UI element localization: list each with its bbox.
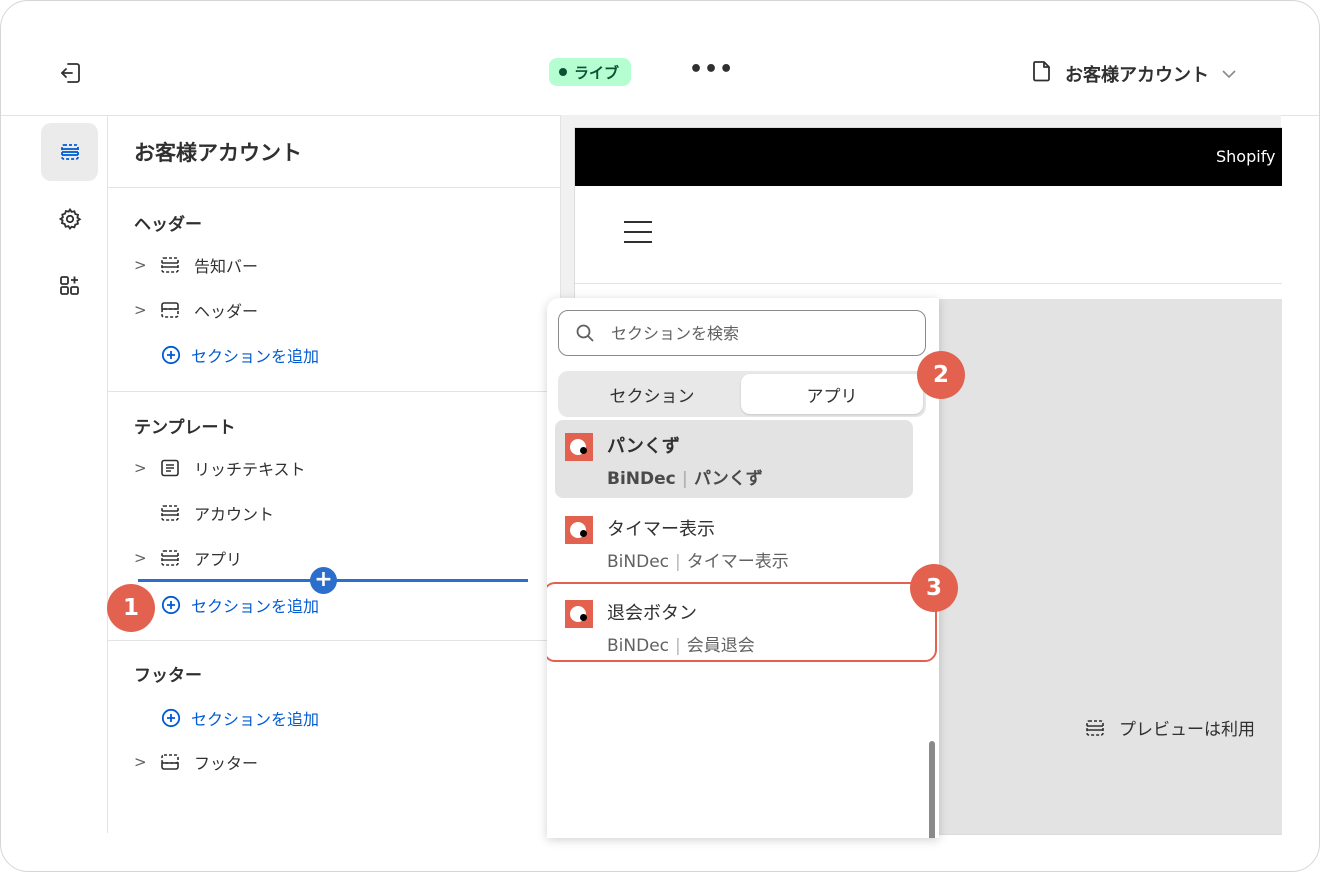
top-bar: ライブ ••• お客様アカウント bbox=[1, 1, 1319, 116]
step-marker-2: 2 bbox=[917, 351, 965, 399]
divider bbox=[108, 391, 560, 392]
add-section-label: セクションを追加 bbox=[191, 597, 320, 616]
header-section-icon bbox=[160, 301, 182, 319]
rich-text-icon bbox=[160, 459, 182, 477]
popover-tabs: セクション アプリ bbox=[558, 371, 926, 417]
section-sidebar: お客様アカウント ヘッダー > 告知バー > ヘッダー セクションを追加 テンプ… bbox=[108, 115, 561, 833]
sidebar-item-label: リッチテキスト bbox=[194, 460, 306, 479]
app-block-timer[interactable]: タイマー表示 BiNDec | タイマー表示 bbox=[555, 503, 913, 581]
app-vendor: BiNDec bbox=[607, 636, 669, 656]
search-icon bbox=[575, 323, 595, 343]
add-section-label: セクションを追加 bbox=[191, 347, 320, 366]
gear-icon bbox=[58, 207, 81, 230]
page-selector[interactable]: お客様アカウント bbox=[1031, 59, 1237, 88]
app-block-subtitle: BiNDec | タイマー表示 bbox=[607, 547, 789, 572]
preview-unavailable-message: プレビューは利用 bbox=[1085, 715, 1255, 740]
footer-section-icon bbox=[160, 753, 182, 771]
add-apps-icon bbox=[59, 276, 79, 295]
chevron-right-icon[interactable]: > bbox=[134, 301, 152, 319]
add-section-button-template[interactable]: セクションを追加 bbox=[161, 593, 319, 617]
sidebar-item-header[interactable]: > ヘッダー bbox=[134, 295, 258, 325]
group-heading-template: テンプレート bbox=[134, 418, 236, 438]
add-circle-icon bbox=[161, 595, 181, 615]
chevron-right-icon[interactable]: > bbox=[134, 753, 152, 771]
preview-message-text: プレビューは利用 bbox=[1119, 720, 1255, 740]
chevron-right-icon[interactable]: > bbox=[134, 256, 152, 274]
search-input[interactable] bbox=[609, 322, 903, 344]
step-marker-3: 3 bbox=[910, 564, 958, 612]
insert-plus-button[interactable]: + bbox=[310, 567, 337, 594]
app-block-type: タイマー表示 bbox=[686, 552, 789, 572]
section-icon bbox=[160, 504, 182, 522]
app-vendor: BiNDec bbox=[607, 552, 669, 572]
add-section-popover: セクション アプリ パンくず BiNDec|パンくず タイマー表示 BiNDec… bbox=[547, 298, 939, 838]
chevron-down-icon bbox=[1221, 64, 1237, 83]
step-marker-1: 1 bbox=[107, 584, 155, 632]
settings-rail-button[interactable] bbox=[41, 190, 98, 248]
sidebar-item-label: アカウント bbox=[194, 505, 275, 524]
divider bbox=[108, 187, 560, 188]
separator: | bbox=[675, 552, 681, 572]
group-heading-header: ヘッダー bbox=[134, 215, 202, 235]
page-icon bbox=[1031, 59, 1053, 88]
app-block-withdraw-button[interactable]: 退会ボタン BiNDec | 会員退会 bbox=[547, 582, 937, 662]
left-rail bbox=[1, 115, 108, 833]
app-block-name: パンくず bbox=[607, 436, 680, 457]
menu-icon[interactable] bbox=[624, 221, 652, 251]
add-circle-icon bbox=[161, 345, 181, 365]
app-block-type: 会員退会 bbox=[686, 636, 755, 656]
live-status-badge: ライブ bbox=[549, 58, 632, 86]
sidebar-item-account[interactable]: アカウント bbox=[152, 498, 274, 528]
live-status-label: ライブ bbox=[574, 63, 620, 82]
add-section-label: セクションを追加 bbox=[191, 710, 320, 729]
divider bbox=[108, 640, 560, 641]
app-window: ライブ ••• お客様アカウント お客様アカウント ヘッダー > 告知バー > … bbox=[0, 0, 1320, 872]
app-block-name: 退会ボタン bbox=[607, 603, 697, 624]
bindec-logo-icon bbox=[565, 516, 593, 544]
sidebar-item-rich-text[interactable]: > リッチテキスト bbox=[134, 453, 306, 483]
page-selector-label: お客様アカウント bbox=[1065, 64, 1209, 86]
tab-sections[interactable]: セクション bbox=[561, 374, 743, 414]
app-vendor: BiNDec bbox=[607, 469, 676, 489]
bindec-logo-icon bbox=[565, 433, 593, 461]
bindec-logo-icon bbox=[565, 600, 593, 628]
announcement-bar: Shopify bbox=[575, 128, 1282, 186]
sidebar-item-announcement-bar[interactable]: > 告知バー bbox=[134, 250, 258, 280]
add-section-button-footer[interactable]: セクションを追加 bbox=[161, 706, 319, 730]
app-block-name: タイマー表示 bbox=[607, 519, 715, 540]
section-search-field[interactable] bbox=[558, 310, 926, 356]
app-block-subtitle: BiNDec | パンくず bbox=[607, 464, 763, 489]
sidebar-item-label: フッター bbox=[194, 754, 259, 773]
add-section-button-header[interactable]: セクションを追加 bbox=[161, 343, 319, 367]
sidebar-item-label: アプリ bbox=[194, 550, 243, 569]
announcement-text: Shopify bbox=[1216, 147, 1276, 166]
app-block-breadcrumb[interactable]: パンくず BiNDec | パンくず bbox=[555, 420, 913, 498]
section-icon bbox=[1086, 719, 1104, 736]
app-block-type: パンくず bbox=[693, 469, 763, 489]
separator: | bbox=[681, 469, 688, 489]
sidebar-title: お客様アカウント bbox=[134, 141, 302, 165]
more-actions-button[interactable]: ••• bbox=[689, 59, 734, 81]
sidebar-item-footer[interactable]: > フッター bbox=[134, 747, 258, 777]
separator: | bbox=[675, 636, 681, 656]
sidebar-item-label: 告知バー bbox=[194, 257, 259, 276]
exit-icon[interactable] bbox=[57, 59, 85, 87]
sidebar-item-apps[interactable]: > アプリ bbox=[134, 543, 242, 573]
popover-scrollbar[interactable] bbox=[929, 741, 935, 838]
app-block-subtitle: BiNDec | 会員退会 bbox=[607, 631, 755, 656]
add-circle-icon bbox=[161, 708, 181, 728]
sections-rail-button[interactable] bbox=[41, 123, 98, 181]
sections-icon bbox=[60, 144, 79, 160]
chevron-right-icon[interactable]: > bbox=[134, 459, 152, 477]
live-dot-icon bbox=[559, 68, 567, 76]
group-heading-footer: フッター bbox=[134, 666, 202, 686]
section-icon bbox=[160, 549, 182, 567]
sidebar-item-label: ヘッダー bbox=[194, 302, 259, 321]
announcement-bar-icon bbox=[160, 256, 182, 274]
chevron-right-icon[interactable]: > bbox=[134, 549, 152, 567]
tab-apps[interactable]: アプリ bbox=[741, 374, 923, 414]
apps-rail-button[interactable] bbox=[41, 257, 98, 315]
divider bbox=[575, 283, 1282, 284]
